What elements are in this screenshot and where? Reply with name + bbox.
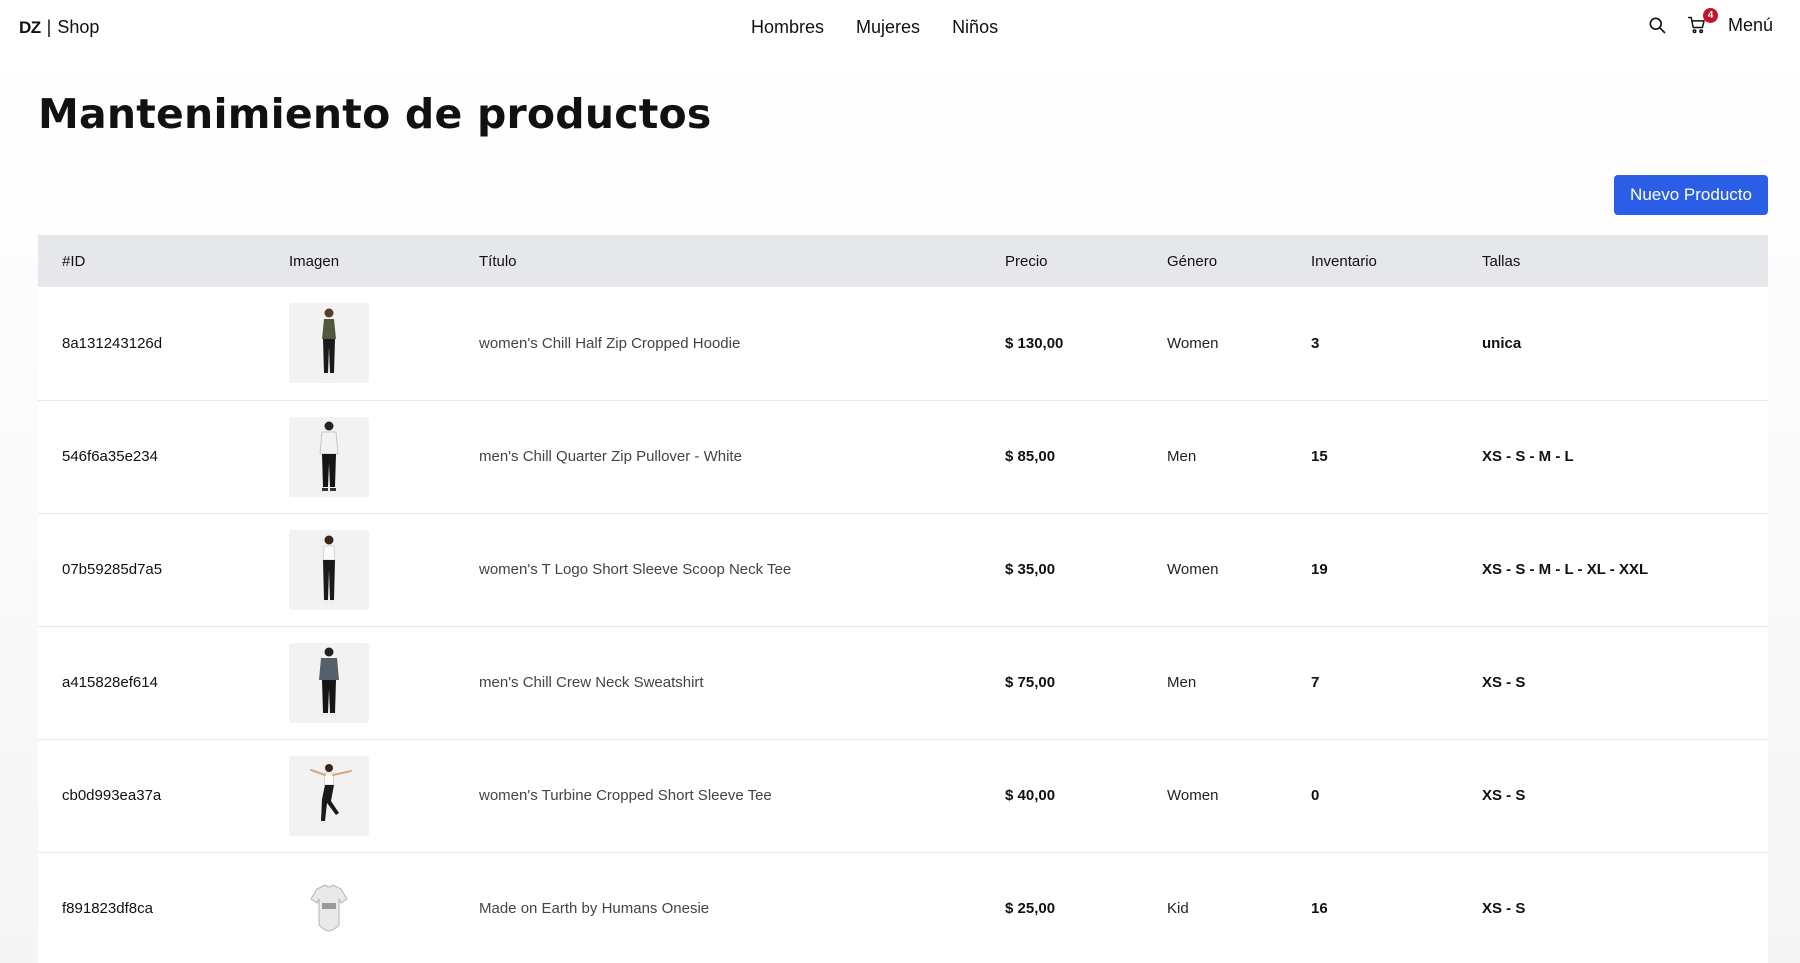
cell-sizes: XS - S <box>1482 787 1526 804</box>
table-row: 8a131243126d women's Chill Half Zip Crop… <box>38 287 1768 400</box>
product-thumbnail[interactable] <box>289 868 369 949</box>
cell-id: 8a131243126d <box>62 334 163 352</box>
cell-gender: Women <box>1167 787 1219 804</box>
cell-title[interactable]: men's Chill Quarter Zip Pullover - White <box>455 400 981 513</box>
table-row: cb0d993ea37a women's Turbine Cropped Sho… <box>38 739 1768 852</box>
cell-id: f891823df8ca <box>62 900 153 917</box>
cell-gender: Women <box>1167 334 1219 352</box>
brand-name: Shop <box>57 17 100 37</box>
person-jumping-icon <box>310 763 352 821</box>
product-thumbnail[interactable] <box>289 529 369 610</box>
person-standing-icon <box>319 647 339 717</box>
cell-gender: Women <box>1167 561 1219 578</box>
cell-image <box>265 739 455 852</box>
category-nav: Hombres Mujeres Niños <box>751 17 998 38</box>
nav-link-mujeres[interactable]: Mujeres <box>856 17 920 38</box>
header-inventory: Inventario <box>1311 252 1377 270</box>
header-gender: Género <box>1167 252 1218 270</box>
person-standing-icon <box>322 535 336 604</box>
header-title: Título <box>479 252 517 270</box>
cell-id: cb0d993ea37a <box>62 787 162 804</box>
cell-inventory: 7 <box>1311 674 1320 691</box>
cell-price: $ 85,00 <box>1005 448 1056 465</box>
nav-link-ninos[interactable]: Niños <box>952 17 998 38</box>
product-thumbnail[interactable] <box>289 642 369 723</box>
cell-gender: Men <box>1167 674 1197 691</box>
nav-link-hombres[interactable]: Hombres <box>751 17 824 38</box>
cell-title[interactable]: Made on Earth by Humans Onesie <box>455 852 981 963</box>
cell-id: 546f6a35e234 <box>62 448 158 465</box>
product-thumbnail[interactable] <box>289 755 369 836</box>
table-header-row: #ID Imagen Título Precio Género Inventar… <box>38 235 1768 287</box>
cell-price: $ 75,00 <box>1005 674 1056 691</box>
header-sizes: Tallas <box>1482 252 1521 270</box>
table-row: f891823df8ca Made on Earth by Humans One… <box>38 852 1768 963</box>
person-standing-icon <box>319 421 339 491</box>
cell-gender: Kid <box>1167 900 1189 917</box>
cell-image <box>265 400 455 513</box>
person-standing-icon <box>322 308 336 378</box>
cell-price: $ 40,00 <box>1005 787 1056 804</box>
cell-id: a415828ef614 <box>62 674 158 691</box>
brand-logo-link[interactable]: DZ | Shop <box>19 17 99 38</box>
cell-inventory: 0 <box>1311 787 1320 804</box>
cell-title[interactable]: women's T Logo Short Sleeve Scoop Neck T… <box>455 513 981 626</box>
top-navbar: DZ | Shop Hombres Mujeres Niños 4 Menú <box>0 0 1800 55</box>
brand-separator: | <box>46 17 52 37</box>
cart-count-badge: 4 <box>1702 8 1718 23</box>
new-product-button[interactable]: Nuevo Producto <box>1614 175 1768 215</box>
onesie-icon <box>310 883 348 932</box>
page: DZ | Shop Hombres Mujeres Niños 4 Menú M… <box>0 0 1800 963</box>
cell-image <box>265 852 455 963</box>
cell-inventory: 3 <box>1311 334 1320 352</box>
header-price: Precio <box>1005 252 1048 270</box>
cell-price: $ 25,00 <box>1005 900 1056 917</box>
cell-image <box>265 513 455 626</box>
products-table: #ID Imagen Título Precio Género Inventar… <box>38 235 1768 963</box>
cell-gender: Men <box>1167 448 1197 465</box>
products-table-container: #ID Imagen Título Precio Género Inventar… <box>38 235 1768 963</box>
cart-button[interactable]: 4 <box>1686 8 1718 36</box>
menu-button[interactable]: Menú <box>1728 15 1773 36</box>
search-button[interactable] <box>1646 14 1668 36</box>
product-thumbnail[interactable] <box>289 416 369 497</box>
cell-image <box>265 287 455 400</box>
cell-inventory: 19 <box>1311 561 1328 578</box>
header-id: #ID <box>62 252 86 270</box>
cell-sizes: unica <box>1482 334 1522 352</box>
cell-title[interactable]: women's Turbine Cropped Short Sleeve Tee <box>455 739 981 852</box>
cell-title[interactable]: women's Chill Half Zip Cropped Hoodie <box>455 287 981 400</box>
cell-price: $ 35,00 <box>1005 561 1056 578</box>
table-body: 8a131243126d women's Chill Half Zip Crop… <box>38 287 1768 963</box>
table-row: a415828ef614 men's Chill Crew Neck Sweat… <box>38 626 1768 739</box>
product-thumbnail[interactable] <box>289 303 369 384</box>
cell-title[interactable]: men's Chill Crew Neck Sweatshirt <box>455 626 981 739</box>
cell-inventory: 15 <box>1311 448 1328 465</box>
nav-actions: 4 Menú <box>1646 8 1773 36</box>
cell-sizes: XS - S - M - L - XL - XXL <box>1482 561 1649 578</box>
cell-sizes: XS - S <box>1482 674 1526 691</box>
table-row: 07b59285d7a5 women's T Logo Short Sleeve… <box>38 513 1768 626</box>
cell-sizes: XS - S <box>1482 900 1526 917</box>
cell-image <box>265 626 455 739</box>
header-image: Imagen <box>289 252 340 270</box>
cell-sizes: XS - S - M - L <box>1482 448 1574 465</box>
table-header: #ID Imagen Título Precio Género Inventar… <box>38 235 1768 287</box>
page-title: Mantenimiento de productos <box>38 90 712 138</box>
table-row: 546f6a35e234 men's Chill Quarter Zip Pul… <box>38 400 1768 513</box>
search-icon <box>1649 17 1666 34</box>
cell-id: 07b59285d7a5 <box>62 561 163 578</box>
cell-price: $ 130,00 <box>1005 334 1064 352</box>
brand-logo: DZ <box>19 17 41 37</box>
cell-inventory: 16 <box>1311 900 1328 917</box>
